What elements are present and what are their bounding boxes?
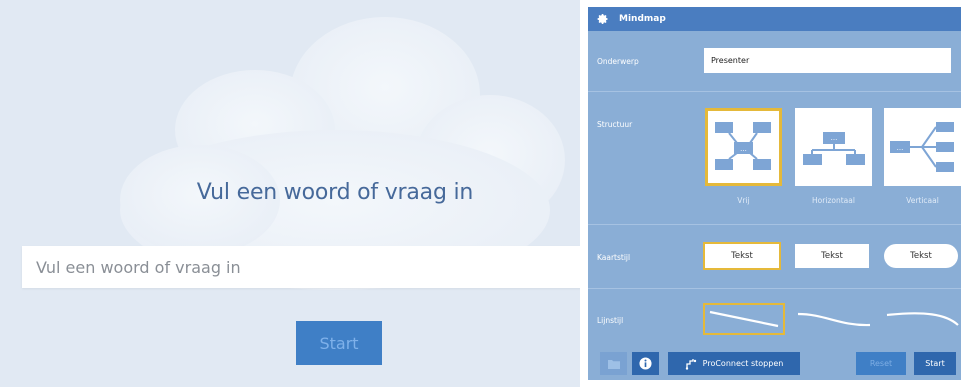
line-style-straight[interactable]	[703, 303, 785, 335]
structure-label-vertical: Verticaal	[906, 196, 939, 205]
straight-line-icon	[709, 310, 779, 328]
structure-label-free: Vrij	[737, 196, 750, 205]
gear-icon[interactable]	[597, 13, 609, 25]
card-style-option-2[interactable]: Tekst	[795, 244, 869, 268]
proconnect-label: ProConnect stoppen	[702, 359, 784, 368]
search-input[interactable]	[22, 246, 580, 288]
divider	[588, 288, 961, 289]
start-button[interactable]: Start	[296, 321, 382, 365]
info-icon	[639, 357, 652, 370]
folder-icon	[607, 359, 620, 369]
panel-header: Mindmap	[588, 7, 961, 31]
card-style-label: Kaartstijl	[597, 253, 631, 262]
card-style-option-1[interactable]: Tekst	[703, 242, 781, 270]
proconnect-stop-button[interactable]: ProConnect stoppen	[668, 352, 800, 375]
svg-text:...: ...	[831, 134, 838, 142]
panel-title: Mindmap	[619, 14, 666, 24]
subject-input[interactable]	[704, 48, 951, 73]
vertical-structure-icon: ...	[890, 122, 954, 172]
structure-option-vertical[interactable]: ...	[884, 108, 961, 186]
proconnect-icon	[685, 358, 696, 370]
subject-label: Onderwerp	[597, 57, 639, 66]
line-style-label: Lijnstijl	[597, 316, 624, 325]
structure-option-horizontal[interactable]: ...	[795, 108, 872, 186]
prompt-title: Vul een woord of vraag in	[196, 180, 474, 205]
folder-button[interactable]	[600, 352, 627, 375]
mindmap-start-button[interactable]: Start	[914, 352, 956, 375]
arc-line-icon	[886, 312, 959, 326]
svg-text:...: ...	[740, 145, 747, 153]
divider	[588, 91, 961, 92]
prompt-panel: Vul een woord of vraag in Start	[0, 0, 580, 387]
free-structure-icon: ...	[715, 122, 771, 170]
mindmap-settings-panel: Mindmap Onderwerp Structuur ...	[588, 7, 961, 380]
line-style-curved[interactable]	[795, 305, 873, 333]
structure-label-horizontal: Horizontaal	[812, 196, 855, 205]
structure-label: Structuur	[597, 120, 633, 129]
card-style-option-3[interactable]: Tekst	[884, 244, 958, 268]
info-button[interactable]	[632, 352, 659, 375]
curved-line-icon	[797, 312, 871, 327]
line-style-arc[interactable]	[884, 305, 961, 333]
structure-option-free[interactable]: ...	[705, 108, 782, 186]
reset-button[interactable]: Reset	[856, 352, 906, 375]
horizontal-structure-icon: ...	[803, 132, 865, 165]
svg-text:...: ...	[897, 144, 904, 152]
divider	[588, 224, 961, 225]
